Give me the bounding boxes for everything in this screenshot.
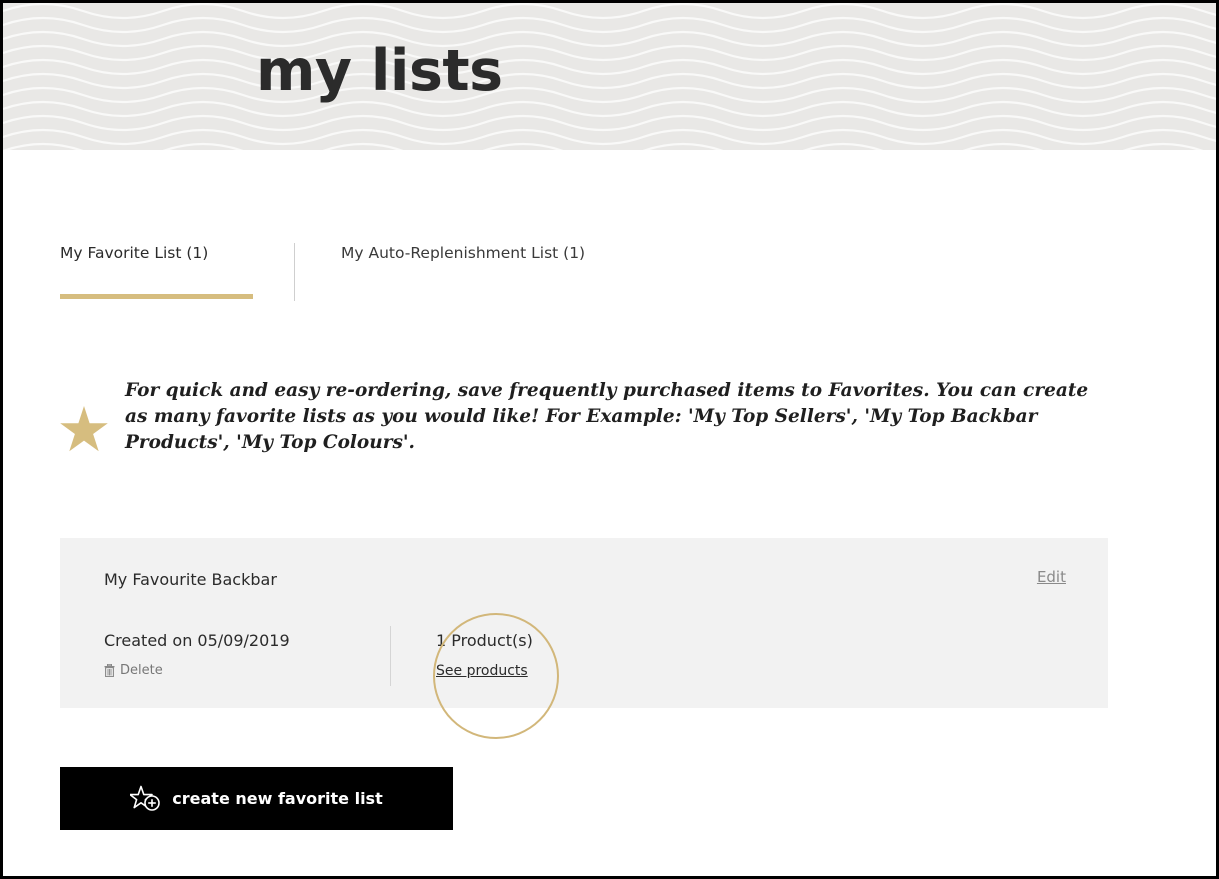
- tab-label: My Favorite List (1): [60, 244, 209, 262]
- list-name: My Favourite Backbar: [104, 570, 277, 589]
- tab-auto-replenishment-list[interactable]: My Auto-Replenishment List (1): [341, 244, 585, 262]
- tab-label: My Auto-Replenishment List (1): [341, 244, 586, 262]
- list-created-date: Created on 05/09/2019: [104, 631, 290, 650]
- page-header-banner: my lists: [3, 3, 1216, 150]
- tab-divider: [294, 243, 295, 301]
- star-icon: [60, 406, 108, 452]
- page-frame: my lists My Favorite List (1) My Auto-Re…: [0, 0, 1219, 879]
- page-title: my lists: [256, 38, 503, 104]
- list-tabs: My Favorite List (1) My Auto-Replenishme…: [3, 233, 1216, 313]
- card-divider: [390, 626, 391, 686]
- info-text: For quick and easy re-ordering, save fre…: [125, 380, 1089, 453]
- product-count: 1 Product(s): [436, 631, 533, 650]
- create-button-label: create new favorite list: [172, 789, 383, 808]
- tab-my-favorite-list[interactable]: My Favorite List (1): [60, 244, 253, 301]
- edit-list-link[interactable]: Edit: [1037, 568, 1066, 586]
- active-tab-indicator: [60, 294, 253, 299]
- favorites-info-message: For quick and easy re-ordering, save fre…: [60, 378, 1120, 468]
- create-new-favorite-list-button[interactable]: create new favorite list: [60, 767, 453, 830]
- favorite-list-card: My Favourite Backbar Edit Created on 05/…: [60, 538, 1108, 708]
- delete-list-button[interactable]: Delete: [104, 663, 163, 678]
- see-products-link[interactable]: See products: [436, 663, 528, 679]
- delete-label: Delete: [120, 663, 163, 678]
- trash-icon: [104, 664, 115, 677]
- wave-pattern-background: [3, 3, 1216, 150]
- star-plus-icon: [130, 785, 161, 811]
